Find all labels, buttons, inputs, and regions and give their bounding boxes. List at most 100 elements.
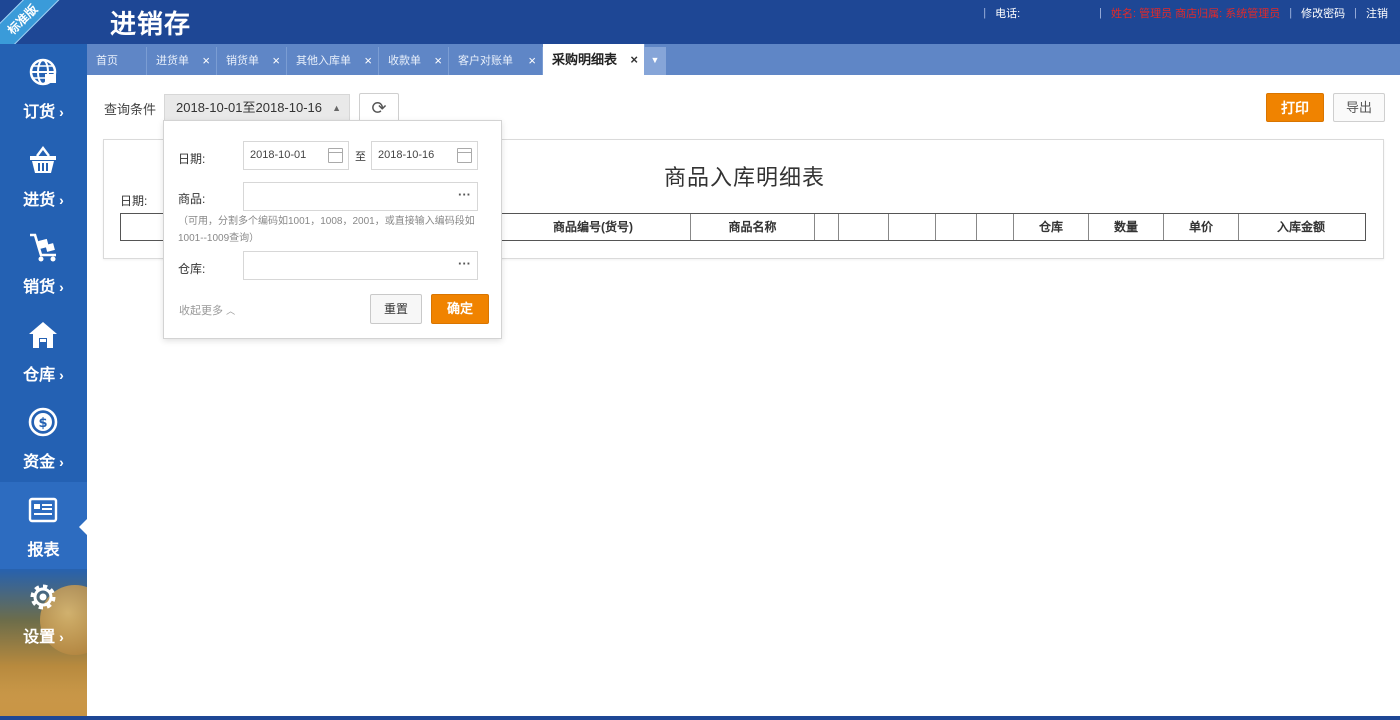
reset-button[interactable]: 重置 [370,294,422,324]
column-header: 单价 [1164,214,1239,240]
product-input[interactable]: ··· [243,182,478,211]
tab-bar: 首页 进货单 × 销货单 × 其他入库单 × 收款单 × 客户对账单 × 采购明细表 × ▼ [87,44,1400,75]
column-header: 商品名称 [691,214,815,240]
product-label: 商品: [178,192,206,206]
close-icon[interactable]: × [364,47,372,75]
column-header: 商品编号(货号) [496,214,691,240]
sidebar-item-3[interactable]: 仓库 › [0,307,87,394]
sidebar: 订货 › 进货 › 销货 › 仓库 › $ 资金 › 报表 设置 › [0,44,110,720]
tab-5[interactable]: 客户对账单 × [449,47,543,75]
svg-text:$: $ [38,416,47,431]
calendar-icon[interactable] [328,148,343,163]
tab-label: 客户对账单 [458,55,513,67]
tab-4[interactable]: 收款单 × [379,47,449,75]
sidebar-item-6[interactable]: 设置 › [0,569,87,656]
tab-2[interactable]: 销货单 × [217,47,287,75]
chevron-right-icon: › [59,454,64,470]
logout-link[interactable]: 注销 [1366,5,1388,21]
tab-label: 进货单 [156,55,189,67]
refresh-button[interactable]: ⟳ [359,93,399,123]
date-range-dropdown[interactable]: 2018-10-01至2018-10-16 ▲ [164,94,350,122]
tab-label: 其他入库单 [296,55,351,67]
header-separator: | [983,7,987,19]
chevron-up-icon: ︿ [226,306,236,316]
sidebar-label-text: 报表 [27,541,60,559]
more-options-icon[interactable]: ··· [458,181,471,208]
refresh-icon: ⟳ [371,98,387,118]
sidebar-label-text: 资金 [23,454,56,471]
chevron-right-icon: › [59,104,64,120]
date-from-value: 2018-10-01 [250,149,307,161]
caret-up-icon: ▲ [332,103,341,113]
tab-3[interactable]: 其他入库单 × [287,47,379,75]
tab-more-dropdown[interactable]: ▼ [644,47,666,75]
basket-icon [27,144,59,176]
column-header [977,214,1014,240]
tab-0[interactable]: 首页 [87,47,147,75]
report-icon [27,494,59,526]
column-header [889,214,936,240]
export-button[interactable]: 导出 [1333,93,1385,122]
chevron-right-icon: › [59,191,64,208]
confirm-button[interactable]: 确定 [431,294,489,324]
chevron-right-icon: › [59,629,64,645]
column-header [839,214,889,240]
sidebar-item-label: 销货 › [0,273,87,297]
sidebar-label-text: 进货 [23,191,56,209]
more-options-icon[interactable]: ··· [458,250,471,277]
column-header: 仓库 [1014,214,1089,240]
sidebar-item-label: 进货 › [0,186,87,210]
header-separator: | [1099,7,1102,19]
collapse-more-label: 收起更多 [179,305,223,317]
header-separator: | [1354,7,1357,19]
close-icon[interactable]: × [434,47,442,75]
report-date-label: 日期: [120,194,148,208]
column-header [815,214,839,240]
close-icon[interactable]: × [202,47,210,75]
to-label: 至 [355,151,366,163]
sidebar-item-label: 资金 › [0,448,87,472]
report-title: 商品入库明细表 [664,165,826,190]
money-icon: $ [27,406,59,438]
warehouse-icon [27,319,59,351]
sidebar-item-label: 设置 › [0,623,87,647]
close-icon[interactable]: × [528,47,536,75]
sidebar-item-4[interactable]: $ 资金 › [0,394,87,481]
tab-label: 采购明细表 [552,52,618,67]
tab-1[interactable]: 进货单 × [147,47,217,75]
globe-icon [27,56,59,88]
change-password-link[interactable]: 修改密码 [1301,5,1345,21]
product-hint: （可用，分割多个编码如1001，1008，2001，或直接输入编码段如1001-… [178,216,475,244]
top-header: 标准版 进销存 | 电话: | 姓名: 管理员 商店归属: 系统管理员 | 修改… [0,0,1400,60]
sidebar-label-text: 订货 [23,104,56,121]
bottom-border [0,716,1400,720]
sidebar-item-2[interactable]: 销货 › [0,219,87,306]
date-label: 日期: [178,152,206,166]
date-from-input[interactable]: 2018-10-01 [243,141,349,170]
sidebar-item-0[interactable]: 订货 › [0,44,87,131]
sidebar-item-1[interactable]: 进货 › [0,132,87,219]
close-icon[interactable]: × [272,47,280,75]
calendar-icon[interactable] [457,148,472,163]
close-icon[interactable]: × [630,44,638,75]
column-header [936,214,977,240]
user-info: 姓名: 管理员 商店归属: 系统管理员 [1111,8,1281,20]
sidebar-item-label: 仓库 › [0,361,87,385]
sidebar-item-5[interactable]: 报表 [0,481,87,569]
tab-label: 收款单 [388,55,421,67]
sidebar-item-label: 订货 › [0,98,87,122]
column-header: 入库金额 [1276,220,1325,234]
date-range-value: 2018-10-01至2018-10-16 [176,100,322,115]
header-links: | 电话: | 姓名: 管理员 商店归属: 系统管理员 | 修改密码 | 注销 [974,5,1388,21]
tab-label: 销货单 [226,55,259,67]
warehouse-label: 仓库: [178,262,206,276]
sidebar-label-text: 仓库 [23,366,56,384]
chevron-right-icon: › [59,279,64,295]
print-button[interactable]: 打印 [1266,93,1324,122]
tab-6[interactable]: 采购明细表 × [543,44,645,75]
sidebar-item-label: 报表 [0,536,87,560]
date-to-input[interactable]: 2018-10-16 [371,141,478,170]
sidebar-label-text: 销货 [23,279,56,296]
warehouse-input[interactable]: ··· [243,251,478,280]
collapse-more-link[interactable]: 收起更多 ︿ [179,302,235,318]
